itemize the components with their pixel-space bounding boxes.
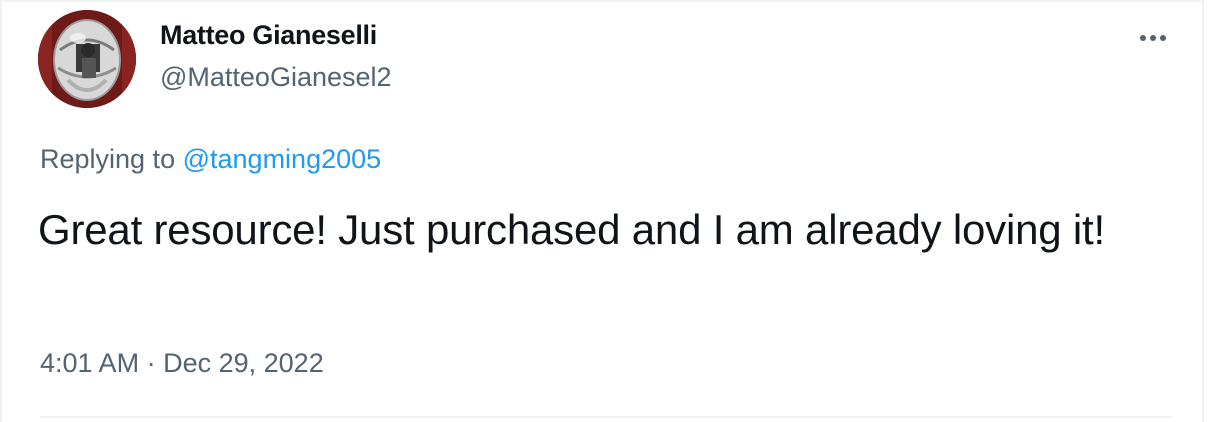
meta-separator: · xyxy=(146,348,156,378)
author-avatar[interactable] xyxy=(38,10,136,108)
tweet-time-link[interactable]: 4:01 AM xyxy=(40,348,139,378)
more-options-button[interactable] xyxy=(1126,20,1180,56)
author-display-name[interactable]: Matteo Gianeselli xyxy=(160,20,377,51)
replying-to-line: Replying to @tangming2005 xyxy=(40,144,381,175)
tweet-date-link[interactable]: Dec 29, 2022 xyxy=(163,348,324,378)
tweet-card: Matteo Gianeselli @MatteoGianesel2 Reply… xyxy=(0,0,1204,422)
author-handle[interactable]: @MatteoGianesel2 xyxy=(160,62,392,93)
divider xyxy=(40,416,1172,418)
tweet-timestamp: 4:01 AM · Dec 29, 2022 xyxy=(40,348,324,379)
replying-to-label: Replying to xyxy=(40,144,176,174)
more-horizontal-icon xyxy=(1140,35,1166,41)
avatar-image xyxy=(38,10,136,108)
tweet-text: Great resource! Just purchased and I am … xyxy=(38,206,1105,253)
replying-to-handle-link[interactable]: @tangming2005 xyxy=(183,144,382,174)
